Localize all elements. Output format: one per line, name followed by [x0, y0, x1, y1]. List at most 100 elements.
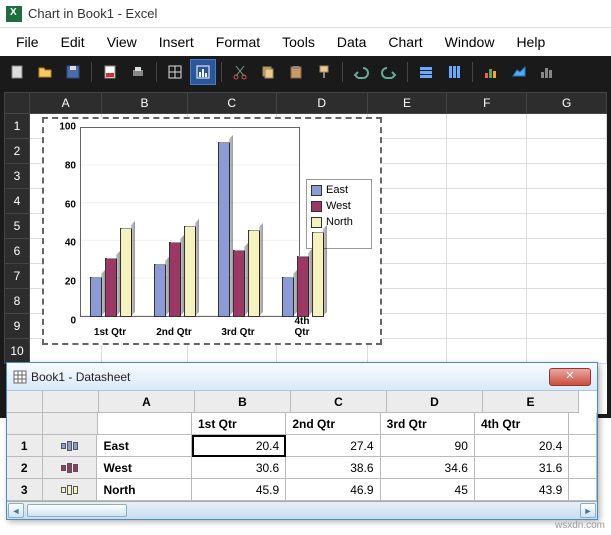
bar[interactable] [297, 256, 309, 317]
data-cell[interactable]: 38.6 [286, 457, 380, 479]
cell[interactable] [527, 164, 607, 189]
column-header[interactable]: C [188, 92, 277, 114]
cut-button[interactable] [227, 59, 253, 85]
new-doc-button[interactable] [4, 59, 30, 85]
datasheet-category[interactable]: 2nd Qtr [286, 413, 380, 435]
column-header[interactable]: F [447, 92, 527, 114]
scroll-left-button[interactable]: ◄ [8, 503, 24, 518]
column-header[interactable]: D [277, 92, 368, 114]
column-header[interactable]: B [102, 92, 187, 114]
legend-item[interactable]: East [311, 184, 367, 196]
cell[interactable] [447, 164, 527, 189]
bar[interactable] [169, 242, 181, 317]
cell[interactable] [527, 189, 607, 214]
scroll-right-button[interactable]: ► [580, 503, 596, 518]
row-header[interactable]: 3 [4, 164, 30, 189]
datasheet-col-header[interactable]: A [99, 391, 195, 413]
row-header[interactable]: 7 [4, 264, 30, 289]
undo-button[interactable] [348, 59, 374, 85]
series-name-cell[interactable]: North [97, 479, 191, 501]
bar[interactable] [154, 264, 166, 317]
print-button[interactable] [125, 59, 151, 85]
series-marker-icon[interactable] [43, 479, 98, 501]
menu-window[interactable]: Window [435, 30, 505, 54]
row-header[interactable]: 10 [4, 339, 30, 364]
column-header[interactable]: A [30, 92, 102, 114]
cell[interactable] [447, 239, 527, 264]
datasheet-seriesicon-blank[interactable] [43, 413, 98, 435]
cell[interactable] [447, 289, 527, 314]
row-header[interactable]: 9 [4, 314, 30, 339]
data-cell[interactable]: 27.4 [286, 435, 380, 457]
cell[interactable] [527, 264, 607, 289]
data-cell[interactable]: 20.4 [192, 435, 286, 457]
data-by-col-button[interactable] [441, 59, 467, 85]
menu-format[interactable]: Format [206, 30, 270, 54]
export-pdf-button[interactable] [97, 59, 123, 85]
datasheet-col-header[interactable]: D [387, 391, 483, 413]
series-name-cell[interactable]: East [97, 435, 191, 457]
bar[interactable] [90, 277, 102, 317]
row-header[interactable]: 6 [4, 239, 30, 264]
chart-wizard-button[interactable] [534, 59, 560, 85]
bar[interactable] [105, 258, 117, 317]
copy-button[interactable] [255, 59, 281, 85]
row-header[interactable]: 2 [4, 139, 30, 164]
data-cell[interactable]: 45 [381, 479, 475, 501]
data-cell[interactable]: 34.6 [381, 457, 475, 479]
datasheet-col-header[interactable]: B [195, 391, 291, 413]
data-cell[interactable]: 46.9 [286, 479, 380, 501]
datasheet-col-header[interactable]: E [483, 391, 579, 413]
menu-view[interactable]: View [97, 30, 147, 54]
cell[interactable] [527, 214, 607, 239]
redo-button[interactable] [376, 59, 402, 85]
menu-insert[interactable]: Insert [149, 30, 204, 54]
datasheet-row-index[interactable]: 1 [7, 435, 43, 457]
cell[interactable] [447, 189, 527, 214]
legend-item[interactable]: West [311, 200, 367, 212]
series-marker-icon[interactable] [43, 457, 98, 479]
series-marker-icon[interactable] [43, 435, 98, 457]
datasheet-cell[interactable] [569, 479, 597, 501]
data-cell[interactable]: 90 [381, 435, 475, 457]
datasheet-cell[interactable] [569, 413, 597, 435]
bar[interactable] [184, 226, 196, 317]
cell[interactable] [527, 339, 607, 364]
datasheet-category[interactable]: 3rd Qtr [381, 413, 475, 435]
datasheet-cell[interactable] [98, 413, 192, 435]
datasheet-corner[interactable] [7, 391, 43, 413]
cell[interactable] [527, 139, 607, 164]
paste-button[interactable] [283, 59, 309, 85]
datasheet-titlebar[interactable]: Book1 - Datasheet ✕ [7, 363, 597, 391]
open-button[interactable] [32, 59, 58, 85]
bar[interactable] [218, 142, 230, 317]
chart-object[interactable]: 0204060801001st Qtr2nd Qtr3rd Qtr4th Qtr… [42, 117, 382, 345]
bar[interactable] [282, 277, 294, 317]
datasheet-grid[interactable]: ABCDE1st Qtr2nd Qtr3rd Qtr4th Qtr1East20… [7, 391, 597, 501]
grid-button[interactable] [162, 59, 188, 85]
select-all-corner[interactable] [4, 92, 30, 114]
chart-area-button[interactable] [506, 59, 532, 85]
legend-item[interactable]: North [311, 216, 367, 228]
datasheet-window[interactable]: Book1 - Datasheet ✕ ABCDE1st Qtr2nd Qtr3… [6, 362, 598, 520]
chart-type-button[interactable] [478, 59, 504, 85]
cell[interactable] [447, 139, 527, 164]
bar[interactable] [248, 230, 260, 317]
save-button[interactable] [60, 59, 86, 85]
cell[interactable] [447, 264, 527, 289]
datasheet-rowhead-blank[interactable] [7, 413, 43, 435]
cell[interactable] [447, 114, 527, 139]
horizontal-scrollbar[interactable]: ◄ ► [7, 501, 597, 519]
data-cell[interactable]: 30.6 [192, 457, 286, 479]
menu-chart[interactable]: Chart [378, 30, 432, 54]
datasheet-category[interactable]: 1st Qtr [192, 413, 286, 435]
cell[interactable] [527, 314, 607, 339]
row-header[interactable]: 4 [4, 189, 30, 214]
data-by-row-button[interactable] [413, 59, 439, 85]
menu-help[interactable]: Help [506, 30, 555, 54]
bar[interactable] [233, 250, 245, 317]
menu-data[interactable]: Data [327, 30, 377, 54]
chart-preview-button[interactable] [190, 59, 216, 85]
data-cell[interactable]: 45.9 [192, 479, 286, 501]
cell[interactable] [447, 214, 527, 239]
